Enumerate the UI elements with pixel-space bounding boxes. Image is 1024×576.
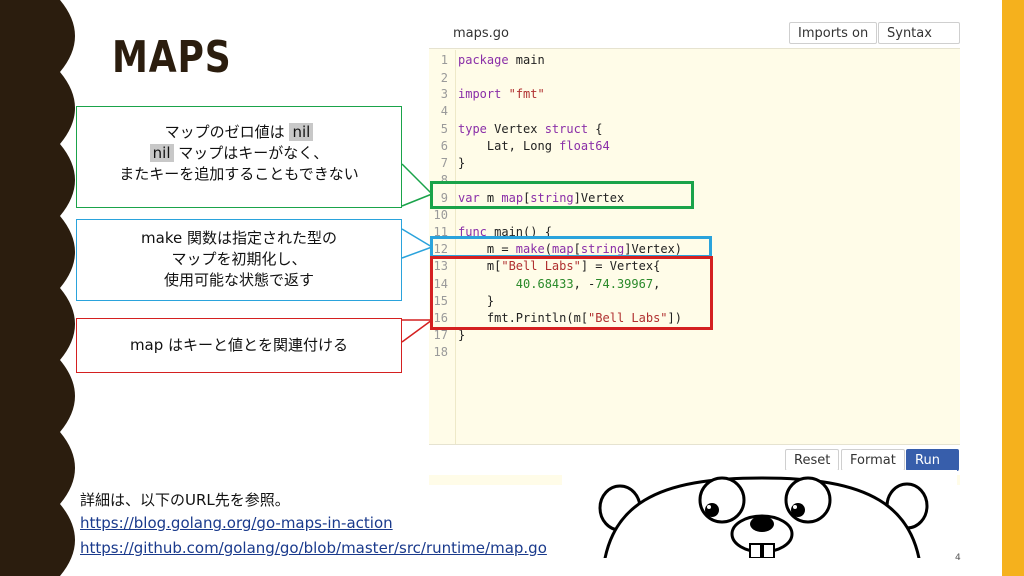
callout-text: マップはキーがなく、 (178, 144, 329, 162)
callout-text: マップのゼロ値は (164, 123, 285, 141)
reference-link-blog[interactable]: https://blog.golang.org/go-maps-in-actio… (80, 514, 393, 532)
callout-text: またキーを追加することもできない (119, 165, 359, 183)
callout-text: 使用可能な状態で返す (163, 271, 314, 289)
gopher-mascot-image (562, 470, 957, 558)
map-callout: map はキーと値とを関連付ける (76, 318, 402, 373)
make-callout: make 関数は指定された型の マップを初期化し、 使用可能な状態で返す (76, 219, 402, 301)
nil-keyword-badge: nil (149, 144, 174, 162)
page-number: 4 (955, 553, 961, 563)
nil-keyword-badge: nil (289, 123, 314, 141)
callout-text: map はキーと値とを関連付ける (129, 336, 349, 354)
callout-text: マップを初期化し、 (171, 250, 307, 268)
reference-intro: 詳細は、以下のURL先を参照。 (80, 491, 290, 509)
callout-text: make 関数は指定された型の (141, 229, 337, 247)
reference-link-source[interactable]: https://github.com/golang/go/blob/master… (80, 539, 547, 557)
zero-value-callout: マップのゼロ値は nil nil マップはキーがなく、 またキーを追加することも… (76, 106, 402, 208)
